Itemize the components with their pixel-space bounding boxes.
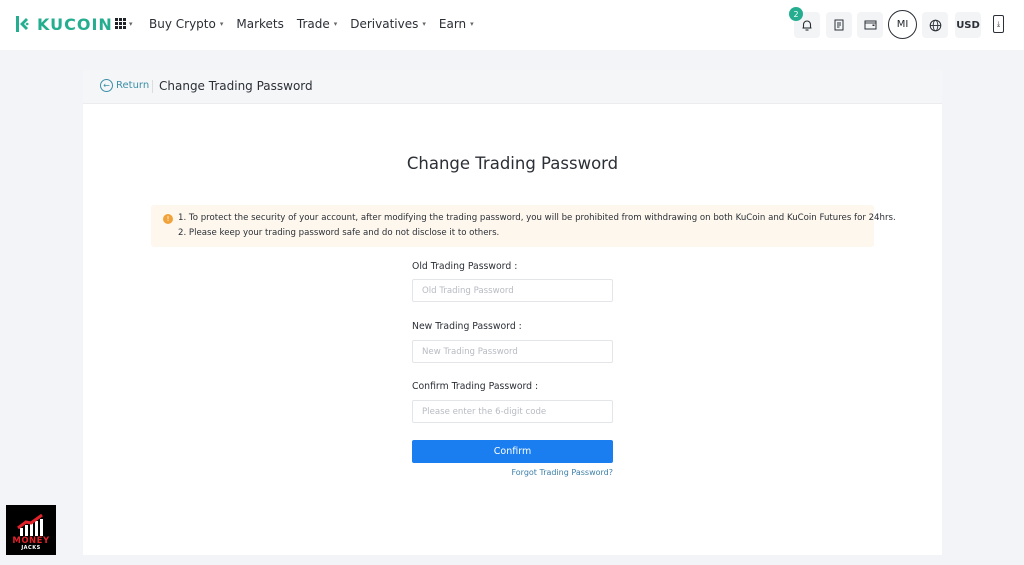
confirm-password-label: Confirm Trading Password : (412, 381, 539, 392)
new-password-label: New Trading Password : (412, 321, 522, 332)
new-password-input[interactable] (412, 340, 613, 363)
download-app-icon[interactable]: ⤓ (993, 15, 1004, 33)
forgot-password-link[interactable]: Forgot Trading Password? (412, 468, 613, 477)
warning-icon: ! (163, 214, 173, 224)
return-link[interactable]: ← Return (100, 79, 149, 92)
moneyjacks-watermark-logo: MONEY JACKS (6, 505, 56, 555)
return-label: Return (116, 80, 150, 91)
change-password-card: ← Return Change Trading Password Change … (83, 70, 942, 555)
bell-icon (802, 20, 812, 31)
security-notice: ! 1. To protect the security of your acc… (151, 205, 896, 247)
user-avatar[interactable]: MI (888, 10, 917, 39)
watermark-line-1: MONEY (12, 535, 50, 546)
notice-line-1: 1. To protect the security of your accou… (178, 213, 896, 223)
nav-right-icons (0, 12, 1024, 38)
confirm-button[interactable]: Confirm (412, 440, 613, 463)
orders-button[interactable] (826, 12, 852, 38)
globe-icon (929, 19, 941, 31)
breadcrumb-divider (152, 80, 153, 93)
old-password-input[interactable] (412, 279, 613, 302)
notification-badge: 2 (789, 7, 803, 21)
currency-selector[interactable]: USD (955, 12, 981, 38)
wallet-icon (864, 20, 876, 30)
document-icon (834, 19, 844, 31)
bar-chart-icon (17, 513, 43, 536)
watermark-line-2: JACKS (21, 545, 41, 551)
top-nav: KUCOIN ▾ Buy Crypto ▾ Markets Trade ▾ De… (0, 0, 1024, 50)
page-title: Change Trading Password (406, 154, 619, 173)
language-button[interactable] (922, 12, 948, 38)
notice-line-2: 2. Please keep your trading password saf… (178, 228, 500, 238)
arrow-left-icon: ← (100, 79, 113, 92)
confirm-password-input[interactable] (412, 400, 613, 423)
breadcrumb-title: Change Trading Password (159, 79, 313, 93)
old-password-label: Old Trading Password : (412, 261, 518, 272)
card-header: ← Return Change Trading Password (83, 70, 942, 104)
assets-button[interactable] (857, 12, 883, 38)
